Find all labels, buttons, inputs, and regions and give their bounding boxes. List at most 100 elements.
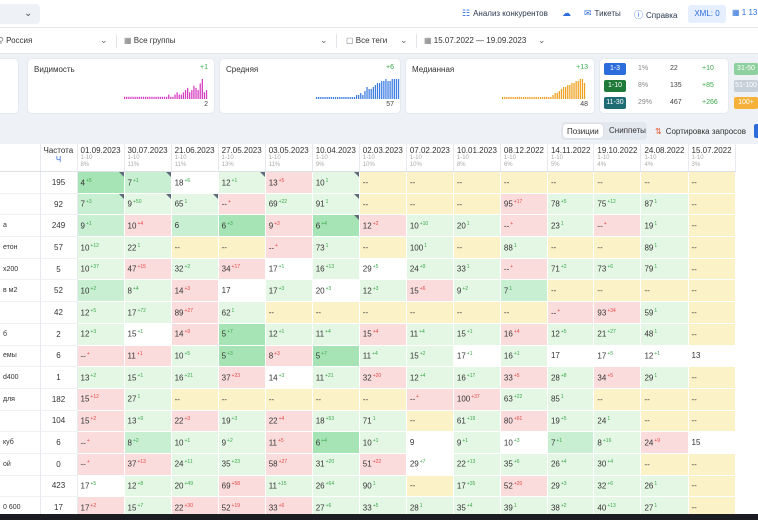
position-cell[interactable]: 75+12 (593, 193, 642, 216)
position-cell[interactable]: 13+9 (124, 410, 172, 433)
date-column-header[interactable]: 03.05.2023 1-10 11% (265, 144, 313, 172)
position-cell[interactable]: -- (593, 236, 642, 259)
position-cell[interactable]: -- (359, 236, 407, 259)
position-cell[interactable]: 15 (688, 431, 736, 454)
position-cell[interactable]: -- (265, 388, 313, 411)
position-cell[interactable]: 18+6 (171, 171, 219, 194)
position-cell[interactable]: 731 (312, 236, 360, 259)
keyword-cell[interactable]: емы (0, 345, 41, 368)
position-cell[interactable]: 73+6 (593, 258, 642, 281)
position-cell[interactable]: -- (547, 279, 595, 303)
tickets-link[interactable]: ✉ Тикеты (584, 8, 621, 19)
position-cell[interactable]: 17 (547, 345, 595, 368)
position-cell[interactable]: 261 (640, 475, 689, 498)
position-cell[interactable]: 13+2 (77, 366, 125, 389)
position-cell[interactable]: 621 (218, 301, 266, 324)
position-cell[interactable]: 4+5 (77, 171, 125, 194)
keyword-cell[interactable] (0, 475, 41, 498)
position-cell[interactable]: -- (688, 453, 736, 476)
dist-row-1-3[interactable]: 1-3 1% 22 +10 (604, 63, 728, 75)
position-cell[interactable]: 28+8 (547, 366, 595, 389)
date-range-select[interactable]: ▦ 15.07.2022 — 19.09.2023 (424, 36, 526, 45)
position-cell[interactable]: --+ (265, 236, 313, 259)
position-cell[interactable]: 17+3 (265, 279, 313, 303)
position-cell[interactable]: -- (688, 258, 736, 281)
date-column-header[interactable]: 10.04.2023 1-10 9% (312, 144, 360, 172)
dist-pill-100-plus[interactable]: 100+ (734, 97, 758, 109)
keyword-cell[interactable]: куб (0, 431, 41, 454)
keyword-cell[interactable]: в м2 (0, 279, 41, 303)
position-cell[interactable]: 9+1 (453, 431, 501, 454)
position-cell[interactable]: 5+7 (312, 345, 360, 368)
position-cell[interactable]: 20+3 (312, 279, 360, 303)
position-cell[interactable]: -- (359, 171, 407, 194)
keyword-cell[interactable]: етон (0, 236, 41, 259)
dist-row-1-10[interactable]: 1-10 8% 135 +85 (604, 80, 728, 92)
position-cell[interactable]: 6 (171, 214, 219, 238)
keyword-cell[interactable]: a (0, 214, 41, 238)
position-cell[interactable]: 71+2 (547, 258, 595, 281)
position-cell[interactable]: -- (593, 279, 642, 303)
position-cell[interactable]: 95+17 (500, 193, 548, 216)
position-cell[interactable]: 15+1 (124, 323, 172, 346)
position-cell[interactable]: -- (688, 236, 736, 259)
position-cell[interactable]: -- (688, 279, 736, 303)
position-cell[interactable]: -- (453, 236, 501, 259)
position-cell[interactable]: --+ (500, 258, 548, 281)
position-cell[interactable]: -- (453, 193, 501, 216)
position-cell[interactable]: -- (640, 171, 689, 194)
position-cell[interactable]: 21+27 (593, 323, 642, 346)
dist-row-11-30[interactable]: 11-30 29% 467 +266 (604, 97, 728, 109)
date-column-header[interactable]: 30.07.2023 1-10 11% (124, 144, 172, 172)
position-cell[interactable]: -- (688, 388, 736, 411)
position-cell[interactable]: -- (547, 236, 595, 259)
position-cell[interactable]: 15+2 (406, 345, 454, 368)
position-cell[interactable]: 9+3 (265, 214, 313, 238)
position-cell[interactable]: -- (218, 236, 266, 259)
position-cell[interactable]: 9+2 (453, 279, 501, 303)
position-cell[interactable]: -- (640, 279, 689, 303)
position-cell[interactable]: 12+1 (265, 323, 313, 346)
position-cell[interactable]: 19+3 (218, 410, 266, 433)
average-card[interactable]: Средняя +6 57 (220, 59, 400, 113)
position-cell[interactable]: 20+49 (171, 475, 219, 498)
position-cell[interactable]: --+ (593, 214, 642, 238)
position-cell[interactable]: -- (688, 214, 736, 238)
position-cell[interactable]: 13+5 (265, 171, 313, 194)
balance[interactable]: ▦ 1 13 (732, 8, 757, 17)
position-cell[interactable]: 15+4 (359, 323, 407, 346)
date-column-header[interactable]: 21.06.2023 1-10 11% (171, 144, 219, 172)
tags-select[interactable]: ▢ Все теги (346, 36, 387, 45)
position-cell[interactable]: 100+37 (453, 388, 501, 411)
position-cell[interactable]: 22+13 (453, 453, 501, 476)
position-cell[interactable]: 10+1 (359, 431, 407, 454)
position-cell[interactable]: 35+23 (218, 453, 266, 476)
position-cell[interactable]: 58+27 (265, 453, 313, 476)
position-cell[interactable]: 12+5 (77, 301, 125, 324)
position-cell[interactable]: -- (593, 171, 642, 194)
position-cell[interactable]: -- (500, 171, 548, 194)
position-cell[interactable]: -- (218, 388, 266, 411)
position-cell[interactable]: 17+72 (124, 301, 172, 324)
tab-positions[interactable]: Позиции (563, 124, 603, 138)
position-cell[interactable]: 1001 (406, 236, 454, 259)
groups-select[interactable]: ▦ Все группы (124, 36, 175, 45)
position-cell[interactable]: -- (359, 388, 407, 411)
date-column-header[interactable]: 27.05.2023 1-10 13% (218, 144, 266, 172)
position-cell[interactable]: 12+1 (218, 171, 266, 194)
date-column-header[interactable]: 10.01.2023 1-10 8% (453, 144, 501, 172)
position-cell[interactable]: 791 (640, 258, 689, 281)
keyword-cell[interactable] (0, 193, 41, 216)
position-cell[interactable]: 17+1 (265, 258, 313, 281)
position-cell[interactable]: 16+4 (500, 323, 548, 346)
position-cell[interactable]: 89+27 (171, 301, 219, 324)
position-cell[interactable]: 11+4 (359, 345, 407, 368)
position-cell[interactable]: 29+7 (406, 453, 454, 476)
position-cell[interactable]: 12+3 (359, 279, 407, 303)
position-cell[interactable]: 271 (124, 388, 172, 411)
position-cell[interactable]: 14+3 (171, 279, 219, 303)
position-cell[interactable]: 871 (640, 193, 689, 216)
keyword-cell[interactable]: ой (0, 453, 41, 476)
sort-queries-button[interactable]: ⇅ Сортировка запросов (655, 127, 746, 136)
position-cell[interactable]: 12+8 (124, 475, 172, 498)
